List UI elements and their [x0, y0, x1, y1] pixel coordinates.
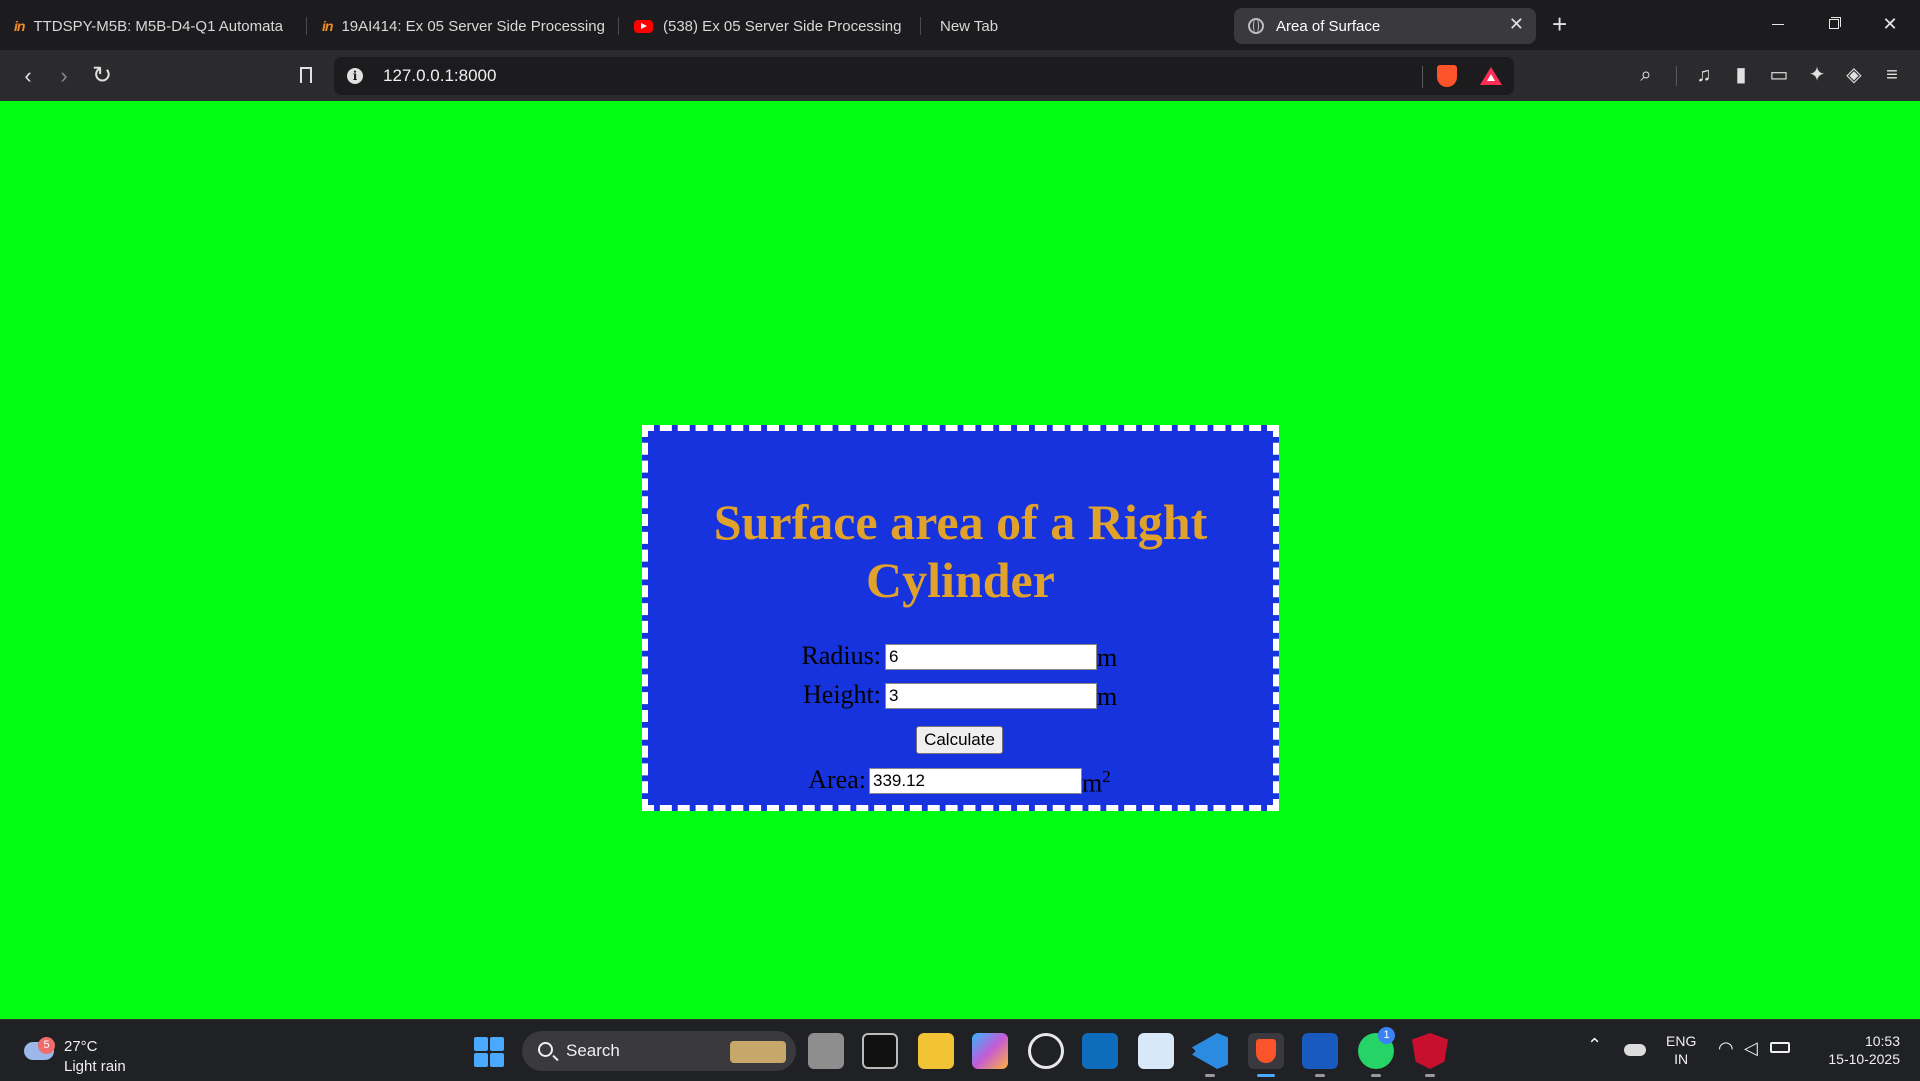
clock-time[interactable]: 10:53 [1850, 1032, 1900, 1050]
taskbar-search[interactable]: Search [522, 1031, 796, 1071]
mcafee-icon[interactable] [1412, 1033, 1448, 1069]
search-highlight-icon [730, 1041, 786, 1063]
tab-area-of-surface[interactable]: Area of Surface ✕ [1234, 8, 1536, 44]
restore-button[interactable] [1814, 8, 1854, 40]
tab-title: TTDSPY-M5B: M5B-D4-Q1 Automata [33, 17, 283, 35]
globe-icon [1248, 18, 1264, 34]
start-button[interactable] [474, 1037, 504, 1067]
chatgpt-icon[interactable] [1028, 1033, 1064, 1069]
youtube-icon [634, 19, 653, 33]
weather-badge: 5 [38, 1037, 55, 1054]
language-code: ENG [1666, 1033, 1697, 1049]
tab-title: (538) Ex 05 Server Side Processing in [663, 17, 906, 35]
sidebar-icon[interactable]: ▮ [1727, 61, 1755, 89]
terminal-icon[interactable] [862, 1033, 898, 1069]
brave-shields-icon[interactable] [1437, 65, 1457, 87]
clock-date[interactable]: 15-10-2025 [1804, 1051, 1900, 1067]
leo-ai-icon[interactable]: ✦ [1803, 61, 1831, 89]
area-label: Area: [808, 765, 866, 794]
close-tab-icon[interactable]: ✕ [1509, 14, 1524, 35]
windows-taskbar: 5 27°C Light rain Search 1 ⌃ ENG IN ◠ ◁ [0, 1019, 1920, 1081]
minimize-button[interactable] [1758, 8, 1798, 40]
vpn-icon[interactable]: ◈ [1840, 61, 1868, 89]
url-text[interactable]: 127.0.0.1:8000 [383, 66, 496, 86]
tab-new-tab[interactable]: New Tab [940, 8, 1140, 44]
brave-browser-icon[interactable] [1248, 1033, 1284, 1069]
reload-button[interactable]: ↻ [86, 60, 118, 92]
height-label: Height: [803, 680, 881, 709]
toolbar-divider [1676, 66, 1677, 86]
tab-title: New Tab [940, 17, 999, 35]
media-icon[interactable]: ♫ [1690, 61, 1718, 89]
menu-icon[interactable]: ≡ [1878, 61, 1906, 89]
whatsapp-icon[interactable]: 1 [1358, 1027, 1395, 1069]
height-input[interactable] [885, 683, 1097, 709]
browser-tab-strip: in TTDSPY-M5B: M5B-D4-Q1 Automata in 19A… [0, 0, 1920, 50]
browser-toolbar: ‹ › ↻ i 127.0.0.1:8000 ⌕ ♫ ▮ ▭ ✦ ◈ ≡ [0, 50, 1920, 101]
area-output[interactable] [869, 768, 1082, 794]
outlook-icon[interactable] [1082, 1033, 1118, 1069]
radius-label: Radius: [801, 641, 881, 670]
region-code: IN [1674, 1051, 1689, 1067]
forward-button[interactable]: › [48, 60, 80, 92]
page-search-icon[interactable]: ⌕ [1632, 61, 1660, 89]
whatsapp-badge: 1 [1378, 1027, 1395, 1044]
wallet-icon[interactable]: ▭ [1765, 61, 1793, 89]
mcafee-running-indicator [1425, 1074, 1435, 1077]
calculator-card: Surface area of a Right Cylinder Radius:… [642, 425, 1279, 811]
close-window-button[interactable]: ✕ [1870, 8, 1910, 40]
height-unit: m [1097, 682, 1118, 711]
in-icon: in [14, 18, 25, 34]
address-divider [1422, 66, 1423, 88]
tab-19ai414[interactable]: in 19AI414: Ex 05 Server Side Processing [322, 8, 604, 44]
vscode-running-indicator [1205, 1074, 1215, 1077]
weather-temp: 27°C [64, 1038, 98, 1055]
bookmark-icon[interactable] [290, 60, 322, 92]
volume-icon[interactable]: ◁ [1744, 1038, 1758, 1059]
battery-icon[interactable] [1770, 1042, 1790, 1053]
radius-input[interactable] [885, 644, 1097, 670]
system-tray: ⌃ ENG IN ◠ ◁ 10:53 15-10-2025 [1580, 1020, 1920, 1081]
weather-widget[interactable]: 5 27°C Light rain [22, 1030, 142, 1075]
area-unit: m2 [1082, 767, 1111, 799]
chevron-up-icon[interactable]: ⌃ [1587, 1035, 1602, 1056]
calculate-button[interactable]: Calculate [916, 726, 1003, 754]
tab-ttdspy[interactable]: in TTDSPY-M5B: M5B-D4-Q1 Automata [14, 8, 292, 44]
language-indicator[interactable]: ENG IN [1666, 1032, 1696, 1068]
whatsapp-running-indicator [1371, 1074, 1381, 1077]
back-button[interactable]: ‹ [12, 60, 44, 92]
word-running-indicator [1315, 1074, 1325, 1077]
search-label: Search [566, 1041, 620, 1060]
tab-title: Area of Surface [1276, 17, 1381, 35]
tab-divider [618, 17, 619, 35]
new-tab-button[interactable]: + [1552, 10, 1567, 38]
tab-youtube[interactable]: (538) Ex 05 Server Side Processing in [634, 8, 906, 44]
tab-divider [920, 17, 921, 35]
brave-rewards-icon[interactable] [1480, 67, 1502, 85]
document-app-icon[interactable] [1138, 1033, 1174, 1069]
tab-divider [306, 17, 307, 35]
file-explorer-icon[interactable] [918, 1033, 954, 1069]
copilot-icon[interactable] [972, 1033, 1008, 1069]
address-bar[interactable]: i 127.0.0.1:8000 [334, 57, 1514, 95]
in-icon: in [322, 18, 333, 34]
word-icon[interactable] [1302, 1033, 1338, 1069]
onedrive-icon[interactable] [1624, 1044, 1646, 1056]
wifi-icon[interactable]: ◠ [1718, 1038, 1734, 1059]
radius-unit: m [1097, 643, 1118, 672]
area-unit-base: m [1082, 768, 1103, 798]
area-unit-exponent: 2 [1102, 767, 1111, 786]
weather-description: Light rain [64, 1058, 126, 1075]
page-title: Surface area of a Right Cylinder [713, 494, 1208, 608]
task-view-icon[interactable] [808, 1033, 844, 1069]
search-icon [538, 1042, 553, 1057]
brave-active-indicator [1257, 1074, 1275, 1077]
vscode-icon[interactable] [1192, 1033, 1228, 1069]
site-info-icon[interactable]: i [347, 68, 363, 84]
tab-title: 19AI414: Ex 05 Server Side Processing [341, 17, 604, 35]
page-content: Surface area of a Right Cylinder Radius:… [0, 101, 1920, 1019]
